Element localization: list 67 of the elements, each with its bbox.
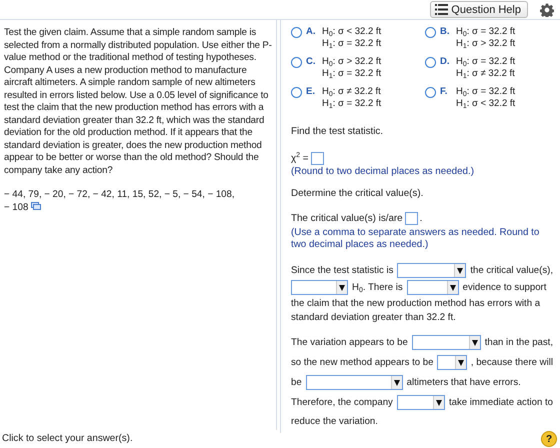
caret-icon bbox=[458, 360, 464, 366]
radio-button[interactable] bbox=[291, 27, 302, 38]
null-hypothesis: H$_{0}$: σ = 32.2 ft bbox=[456, 86, 516, 98]
caret-icon bbox=[436, 400, 442, 406]
sentence-text: be bbox=[291, 377, 302, 388]
settings-icon[interactable] bbox=[540, 2, 554, 16]
null-hypothesis: H$_{0}$: σ ≠ 32.2 ft bbox=[322, 86, 382, 98]
dropdown[interactable] bbox=[406, 280, 459, 295]
data-values: − 44, 79, − 20, − 72, − 42, 11, 15, 52, − 5, − 54, − 108, − 108 bbox=[4, 189, 236, 214]
sentence-text: take immediate action to bbox=[449, 397, 553, 408]
option-letter: A. bbox=[306, 26, 316, 37]
answer-box[interactable] bbox=[310, 152, 324, 165]
dropdown[interactable] bbox=[291, 280, 348, 295]
rounding-note: (Round to two decimal places as needed.) bbox=[291, 166, 474, 178]
alternative-hypothesis: H$_{1}$: σ = 32.2 ft bbox=[322, 38, 382, 50]
sentence-text: H$_{0}$. There is bbox=[352, 282, 403, 293]
option-letter: E. bbox=[306, 86, 316, 97]
instruction-note: (Use a comma to separate answers as needed. Round to two decimal places as needed.) bbox=[291, 227, 540, 251]
null-hypothesis: H$_{0}$: σ < 32.2 ft bbox=[322, 26, 382, 38]
alternative-hypothesis: H$_{1}$: σ = 32.2 ft bbox=[322, 98, 382, 110]
alternative-hypothesis: H$_{1}$: σ = 32.2 ft bbox=[322, 68, 382, 80]
alternative-hypothesis: H$_{1}$: σ > 32.2 ft bbox=[456, 38, 516, 50]
footer-text: Click to select your answer(s). bbox=[2, 433, 133, 445]
answer-box[interactable] bbox=[404, 212, 418, 225]
sentence-text: than in the past, bbox=[484, 337, 553, 348]
option-letter: C. bbox=[306, 56, 316, 67]
caret-icon bbox=[457, 268, 464, 274]
sentence-text: , because there will bbox=[470, 357, 553, 368]
caret-icon bbox=[394, 380, 400, 386]
sentence-text: The variation appears to be bbox=[291, 337, 408, 348]
dropdown[interactable] bbox=[396, 395, 445, 410]
option-letter: D. bbox=[440, 56, 450, 67]
alternative-hypothesis: H$_{1}$: σ < 32.2 ft bbox=[456, 98, 516, 110]
sentence-text: evidence to support bbox=[462, 282, 546, 293]
prompt-text: Determine the critical value(s). bbox=[291, 188, 424, 200]
radio-button[interactable] bbox=[425, 87, 436, 98]
alternative-hypothesis: H$_{1}$: σ ≠ 32.2 ft bbox=[456, 68, 516, 80]
radio-button[interactable] bbox=[291, 87, 302, 98]
copy-icon[interactable] bbox=[30, 202, 41, 210]
question-help-button[interactable]: Question Help bbox=[430, 1, 528, 18]
prompt-text: Find the test statistic. bbox=[291, 126, 384, 138]
sentence-text: reduce the variation. bbox=[291, 416, 378, 426]
null-hypothesis: H$_{0}$: σ = 32.2 ft bbox=[456, 56, 516, 68]
list-icon bbox=[435, 4, 448, 15]
option-letter: B. bbox=[440, 26, 450, 37]
sentence-text: Therefore, the company bbox=[291, 397, 393, 408]
dropdown[interactable] bbox=[437, 355, 467, 370]
sentence-text: altimeters that have errors. bbox=[406, 377, 521, 388]
sentence-text: standard deviation greater than 32.2 ft. bbox=[291, 312, 456, 322]
critical-value-label: The critical value(s) is/are bbox=[291, 212, 403, 224]
sentence-text: so the new method appears to be bbox=[291, 357, 434, 368]
sentence-text: the critical value(s), bbox=[470, 265, 553, 276]
period-text: . bbox=[420, 212, 422, 224]
radio-button[interactable] bbox=[291, 57, 302, 68]
help-button[interactable]: ? bbox=[541, 431, 557, 447]
null-hypothesis: H$_{0}$: σ = 32.2 ft bbox=[456, 26, 516, 38]
question-text: Test the given claim. Assume that a simple random sample is selected from a normally distributed population. Use either the P-value method or the traditional method of testing hypotheses. Company A uses a new production method to manufacture aircraft altimeters. A simple random sample of new altimeters resulted in errors listed below. Use a 0.05 level of significance to test the claim that the new production method has errors with a standard deviation greater than 32.2 ft, which was the standard deviation for the old production method. If it appears that the standard deviation is greater, does the new production method appear to be better or worse than the old method? Should the company take any action? bbox=[4, 27, 272, 177]
chi-square-label: χ$^{2}$ = bbox=[291, 152, 309, 164]
sentence-text: Since the test statistic is bbox=[291, 265, 394, 276]
radio-button[interactable] bbox=[425, 57, 436, 68]
null-hypothesis: H$_{0}$: σ > 32.2 ft bbox=[322, 56, 382, 68]
option-letter: F. bbox=[440, 86, 448, 97]
caret-icon bbox=[450, 284, 456, 290]
radio-button[interactable] bbox=[425, 27, 436, 38]
caret-icon bbox=[339, 284, 345, 290]
caret-icon bbox=[472, 340, 478, 346]
sentence-text: the claim that the new production method has errors with a bbox=[291, 298, 540, 308]
